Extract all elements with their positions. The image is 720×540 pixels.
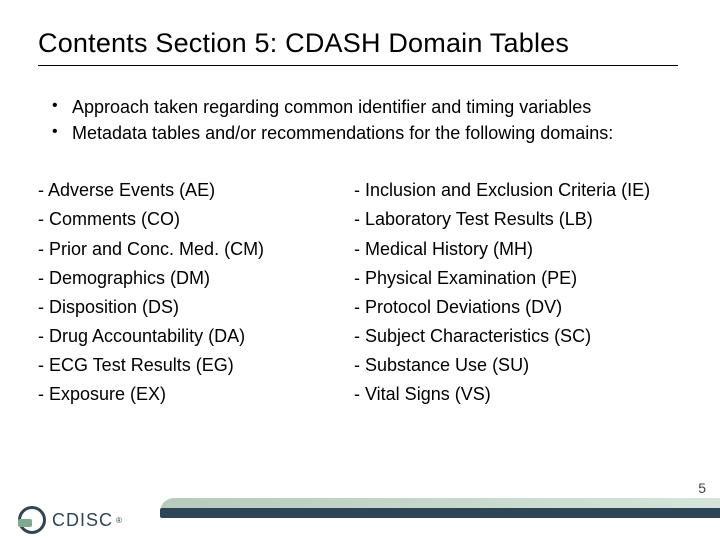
slide: Contents Section 5: CDASH Domain Tables … [0, 0, 720, 540]
domain-item: - Adverse Events (AE) [38, 176, 318, 205]
domain-col-right: - Inclusion and Exclusion Criteria (IE) … [354, 176, 684, 409]
cdisc-logo-text: CDISC [52, 510, 113, 531]
domain-item: - Demographics (DM) [38, 264, 318, 293]
domain-item: - Drug Accountability (DA) [38, 322, 318, 351]
title-underline [38, 65, 678, 66]
domain-item: - Inclusion and Exclusion Criteria (IE) [354, 176, 684, 205]
intro-item: Metadata tables and/or recommendations f… [52, 120, 682, 146]
footer-swoosh [160, 490, 720, 534]
domain-col-left: - Adverse Events (AE) - Comments (CO) - … [38, 176, 318, 409]
domain-columns: - Adverse Events (AE) - Comments (CO) - … [38, 176, 682, 409]
swoosh-dark [160, 508, 720, 518]
domain-item: - Vital Signs (VS) [354, 380, 684, 409]
domain-item: - Disposition (DS) [38, 293, 318, 322]
domain-item: - Medical History (MH) [354, 235, 684, 264]
domain-item: - Substance Use (SU) [354, 351, 684, 380]
domain-item: - Exposure (EX) [38, 380, 318, 409]
domain-item: - Subject Characteristics (SC) [354, 322, 684, 351]
page-title: Contents Section 5: CDASH Domain Tables [38, 28, 682, 59]
domain-item: - Comments (CO) [38, 205, 318, 234]
domain-item: - Physical Examination (PE) [354, 264, 684, 293]
cdisc-logo-tm: ® [116, 516, 122, 525]
domain-item: - Laboratory Test Results (LB) [354, 205, 684, 234]
intro-item: Approach taken regarding common identifi… [52, 94, 682, 120]
cdisc-logo: CDISC® [18, 506, 122, 534]
domain-item: - Protocol Deviations (DV) [354, 293, 684, 322]
domain-item: - Prior and Conc. Med. (CM) [38, 235, 318, 264]
intro-list: Approach taken regarding common identifi… [52, 94, 682, 146]
domain-item: - ECG Test Results (EG) [38, 351, 318, 380]
footer: 5 CDISC® [0, 478, 720, 540]
cdisc-logo-icon [18, 506, 46, 534]
